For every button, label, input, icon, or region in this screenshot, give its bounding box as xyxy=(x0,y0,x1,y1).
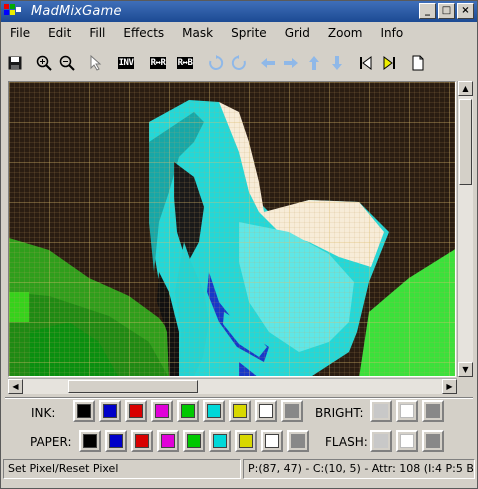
pixel-art[interactable] xyxy=(9,82,456,377)
invert-button[interactable]: INV xyxy=(115,53,137,73)
rotate-r-button[interactable]: R↔R xyxy=(146,53,170,73)
scroll-right-icon[interactable]: ▶ xyxy=(442,379,457,394)
ink-swatch-4[interactable] xyxy=(177,400,199,422)
shift-left-icon[interactable] xyxy=(258,53,278,73)
previous-frame-icon[interactable] xyxy=(356,53,376,73)
app-window: MadMixGame _ □ × File Edit Fill Effects … xyxy=(0,0,478,489)
minimize-button[interactable]: _ xyxy=(419,3,436,19)
paper-label: PAPER: xyxy=(30,435,72,449)
title-bar[interactable]: MadMixGame _ □ × xyxy=(1,1,477,22)
ink-swatch-2[interactable] xyxy=(125,400,147,422)
window-title: MadMixGame xyxy=(31,4,122,19)
rotate-cw-icon[interactable] xyxy=(206,53,226,73)
maximize-button[interactable]: □ xyxy=(438,3,455,19)
menu-zoom[interactable]: Zoom xyxy=(319,26,372,40)
status-bar: Set Pixel/Reset Pixel P:(87, 47) - C:(10… xyxy=(3,459,475,479)
ink-label: INK: xyxy=(31,406,56,420)
scroll-left-icon[interactable]: ◀ xyxy=(8,379,23,394)
toolbar: INV R↔R R↔B xyxy=(5,50,431,76)
save-icon[interactable] xyxy=(5,53,25,73)
shift-down-icon[interactable] xyxy=(327,53,347,73)
status-coordinates: P:(87, 47) - C:(10, 5) - Attr: 108 (I:4 … xyxy=(243,459,475,479)
next-frame-icon[interactable] xyxy=(379,53,399,73)
vertical-scroll-thumb[interactable] xyxy=(459,99,472,185)
ink-swatch-0[interactable] xyxy=(73,400,95,422)
bright-off-swatch[interactable] xyxy=(370,400,392,422)
menu-sprite[interactable]: Sprite xyxy=(222,26,276,40)
rotate-b-label: R↔B xyxy=(176,57,194,69)
bright-on-swatch[interactable] xyxy=(396,400,418,422)
menu-mask[interactable]: Mask xyxy=(173,26,222,40)
ink-swatch-1[interactable] xyxy=(99,400,121,422)
menu-info[interactable]: Info xyxy=(371,26,412,40)
horizontal-scroll-thumb[interactable] xyxy=(68,380,198,393)
scroll-down-icon[interactable]: ▼ xyxy=(458,362,473,377)
paper-transparent-icon[interactable] xyxy=(287,430,309,452)
flash-off-swatch[interactable] xyxy=(370,430,392,452)
menu-bar: File Edit Fill Effects Mask Sprite Grid … xyxy=(1,22,477,44)
ink-swatch-6[interactable] xyxy=(229,400,251,422)
app-icon xyxy=(4,3,22,20)
bright-transparent-icon[interactable] xyxy=(422,400,444,422)
zoom-out-icon[interactable] xyxy=(57,53,77,73)
horizontal-scrollbar[interactable]: ◀ ▶ xyxy=(8,378,457,394)
paper-swatch-0[interactable] xyxy=(79,430,101,452)
select-arrow-icon[interactable] xyxy=(86,53,106,73)
menu-fill[interactable]: Fill xyxy=(80,26,114,40)
paper-swatch-7[interactable] xyxy=(261,430,283,452)
paper-swatch-4[interactable] xyxy=(183,430,205,452)
flash-on-swatch[interactable] xyxy=(396,430,418,452)
divider xyxy=(5,397,473,399)
paper-swatch-2[interactable] xyxy=(131,430,153,452)
ink-swatch-3[interactable] xyxy=(151,400,173,422)
ink-swatch-5[interactable] xyxy=(203,400,225,422)
close-button[interactable]: × xyxy=(457,3,474,19)
bright-label: BRIGHT: xyxy=(315,406,364,420)
invert-label: INV xyxy=(117,57,135,69)
ink-transparent-icon[interactable] xyxy=(281,400,303,422)
menu-effects[interactable]: Effects xyxy=(114,26,173,40)
pixel-canvas[interactable] xyxy=(8,81,456,377)
scrollbar-corner xyxy=(457,378,473,394)
menu-file[interactable]: File xyxy=(1,26,39,40)
paper-swatch-6[interactable] xyxy=(235,430,257,452)
flash-label: FLASH: xyxy=(325,435,368,449)
rotate-ccw-icon[interactable] xyxy=(229,53,249,73)
status-message: Set Pixel/Reset Pixel xyxy=(3,459,241,479)
shift-right-icon[interactable] xyxy=(281,53,301,73)
scroll-up-icon[interactable]: ▲ xyxy=(458,81,473,96)
paper-swatch-1[interactable] xyxy=(105,430,127,452)
rotate-r-label: R↔R xyxy=(149,57,167,69)
ink-swatch-7[interactable] xyxy=(255,400,277,422)
shift-up-icon[interactable] xyxy=(304,53,324,73)
vertical-scrollbar[interactable]: ▲ ▼ xyxy=(457,81,473,377)
flash-transparent-icon[interactable] xyxy=(422,430,444,452)
zoom-in-icon[interactable] xyxy=(34,53,54,73)
menu-edit[interactable]: Edit xyxy=(39,26,80,40)
menu-grid[interactable]: Grid xyxy=(276,26,319,40)
rotate-b-button[interactable]: R↔B xyxy=(173,53,197,73)
new-page-icon[interactable] xyxy=(408,53,428,73)
paper-swatch-3[interactable] xyxy=(157,430,179,452)
paper-swatch-5[interactable] xyxy=(209,430,231,452)
